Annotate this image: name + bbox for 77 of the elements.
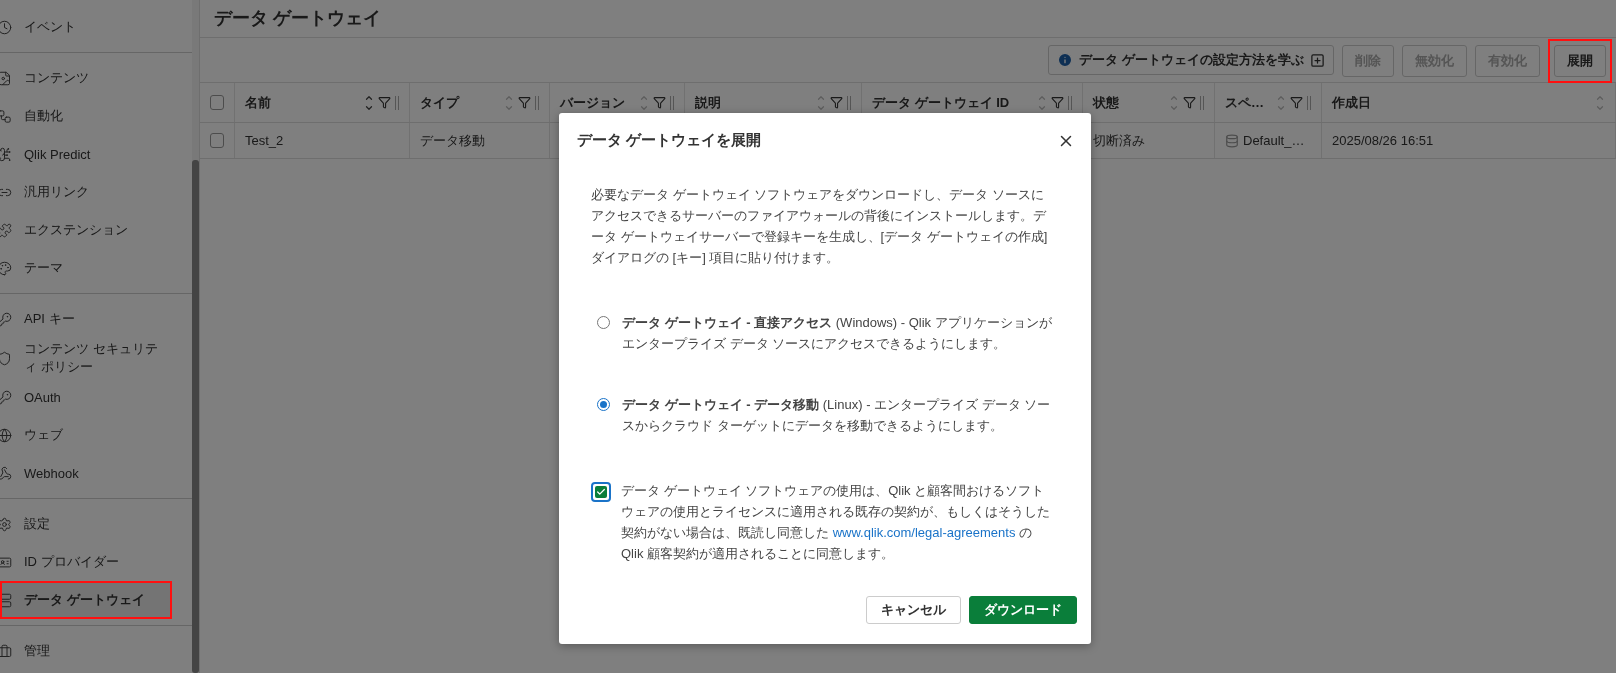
sidebar-item[interactable]: イベント [0, 8, 172, 46]
column-header[interactable]: バージョン [560, 93, 635, 112]
filter-icon[interactable] [378, 96, 391, 109]
id-card-icon [0, 554, 12, 570]
dialog-title: データ ゲートウェイを展開 [577, 131, 762, 150]
filter-icon[interactable] [1051, 96, 1064, 109]
filter-icon[interactable] [830, 96, 843, 109]
sidebar-item[interactable]: API キー [0, 300, 172, 338]
cancel-button[interactable]: キャンセル [866, 596, 961, 624]
page-title: データ ゲートウェイ [200, 0, 1616, 38]
brain-icon [0, 146, 12, 162]
resize-handle[interactable] [1307, 95, 1311, 110]
toolbar-button[interactable]: 展開 [1554, 45, 1606, 77]
table-cell: 切断済み [1093, 131, 1145, 150]
resize-handle[interactable] [535, 95, 539, 110]
legal-link[interactable]: www.qlik.com/legal-agreements [832, 525, 1016, 540]
filter-icon[interactable] [518, 96, 531, 109]
row-checkbox[interactable] [210, 133, 224, 148]
dialog-description: 必要なデータ ゲートウェイ ソフトウェアをダウンロードし、データ ソースにアクセスできるサーバーのファイアウォールの背後にインストールします。データ ゲートウェイサーバーで登録キーを生成し、[データ ゲートウェイの作成] ダイアログの [キー] 項目に貼り付けます。 [591, 186, 1049, 267]
webhook-icon [0, 465, 12, 481]
filter-icon[interactable] [653, 96, 666, 109]
column-header[interactable]: データ ゲートウェイ ID [872, 93, 1033, 112]
info-icon [1057, 52, 1074, 68]
briefcase-icon [0, 643, 12, 659]
key-icon [0, 389, 12, 405]
select-all-checkbox[interactable] [210, 95, 224, 110]
column-header[interactable]: スペ… [1225, 93, 1272, 112]
column-header[interactable]: タイプ [420, 93, 500, 112]
agreement-checkbox[interactable] [591, 482, 611, 502]
sidebar-item[interactable]: ウェブ [0, 416, 172, 454]
clock-icon [0, 19, 12, 35]
globe-icon [0, 427, 12, 443]
palette-icon [0, 260, 12, 276]
table-cell: Default_… [1243, 133, 1305, 148]
sidebar-item[interactable]: Qlik Predict [0, 135, 172, 173]
sidebar-item[interactable]: ID プロバイダー [0, 543, 172, 581]
resize-handle[interactable] [670, 95, 674, 110]
agreement-text: データ ゲートウェイ ソフトウェアの使用は、Qlik と顧客間おけるソフトウェアの使用とライセンスに適用される既存の契約が、もしくはそうした契約がない場合は、既読し同意した www.qlik.com/legal-agreements の Qlik 顧客契約が適用されることに同意します。 [621, 482, 1051, 563]
sidebar-item[interactable]: エクステンション [0, 211, 172, 249]
scrollbar[interactable] [192, 0, 199, 673]
window-icon [1310, 52, 1325, 68]
download-button[interactable]: ダウンロード [969, 596, 1077, 624]
sidebar-item[interactable]: 自動化 [0, 97, 172, 135]
sidebar-item[interactable]: データ ゲートウェイ [0, 581, 172, 619]
sidebar-item[interactable]: Webhook [0, 454, 172, 492]
column-header[interactable]: 名前 [245, 93, 360, 112]
sidebar-item[interactable]: OAuth [0, 378, 172, 416]
column-header[interactable]: 状態 [1093, 93, 1165, 112]
filter-icon[interactable] [1290, 96, 1303, 109]
puzzle-icon [0, 222, 12, 238]
database-icon [1225, 133, 1239, 148]
sidebar-item[interactable]: コンテンツ セキュリティ ポリシー [0, 338, 172, 378]
check-icon [596, 487, 606, 497]
table-cell: 2025/08/26 16:51 [1332, 133, 1434, 148]
key-icon [0, 311, 12, 327]
flow-icon [0, 108, 12, 124]
server-icon [0, 592, 12, 608]
sidebar-item[interactable]: 設定 [0, 505, 172, 543]
table-cell: データ移動 [420, 131, 485, 150]
sidebar-item[interactable]: コンテンツ [0, 59, 172, 97]
sidebar-item[interactable]: 管理 [0, 632, 172, 670]
column-header[interactable]: 作成日 [1332, 93, 1591, 112]
table-cell: Test_2 [245, 133, 284, 148]
resize-handle[interactable] [1200, 95, 1204, 110]
settings-icon [0, 516, 12, 532]
picture-frame-icon [0, 70, 12, 86]
help-link[interactable]: データ ゲートウェイの設定方法を学ぶ [1048, 45, 1334, 75]
sidebar-item[interactable]: テーマ [0, 249, 172, 287]
resize-handle[interactable] [847, 95, 851, 110]
sidebar-item[interactable]: 汎用リンク [0, 173, 172, 211]
resize-handle[interactable] [1068, 95, 1072, 110]
filter-icon[interactable] [1183, 96, 1196, 109]
resize-handle[interactable] [395, 95, 399, 110]
option-label[interactable]: データ ゲートウェイ - 直接アクセス (Windows) - Qlik アプリケーションがエンタープライズ データ ソースにアクセスできるようにします。 [622, 312, 1055, 354]
column-header[interactable]: 説明 [695, 93, 812, 112]
shield-icon [0, 350, 12, 366]
option-label[interactable]: データ ゲートウェイ - データ移動 (Linux) - エンタープライズ データ ソースからクラウド ターゲットにデータを移動できるようにします。 [622, 394, 1055, 436]
